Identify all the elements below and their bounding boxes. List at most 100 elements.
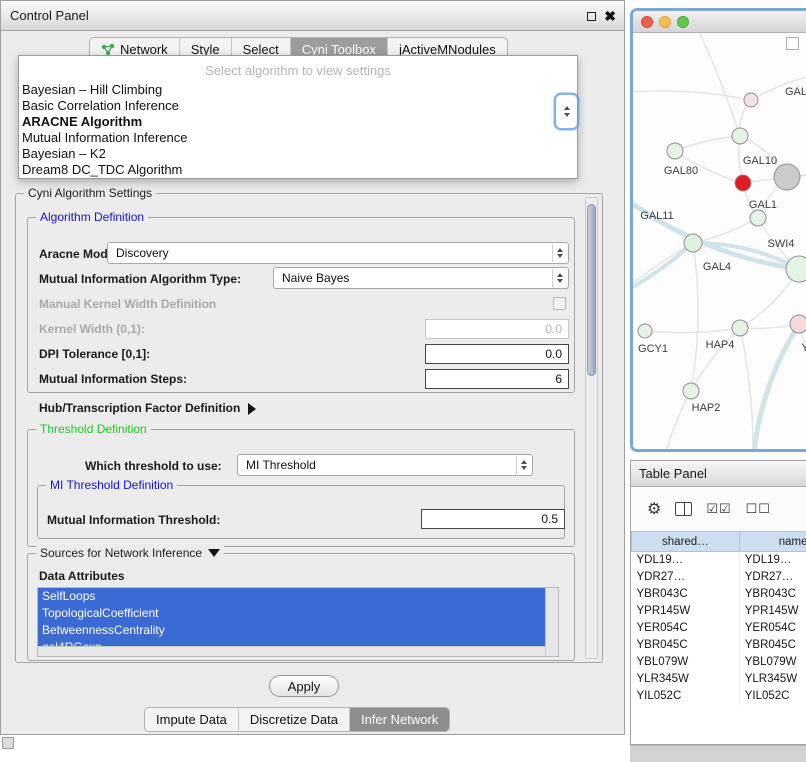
control-panel-titlebar[interactable]: Control Panel ✖: [1, 1, 624, 31]
column-header-name[interactable]: name: [739, 532, 806, 552]
table-cell: YDR27…: [632, 569, 740, 586]
algorithm-option[interactable]: Bayesian – K2: [19, 146, 577, 162]
column-header-shared-name[interactable]: shared…: [632, 532, 740, 552]
table-panel-titlebar[interactable]: Table Panel: [631, 461, 806, 487]
table-cell: YER054C: [739, 620, 806, 637]
table-row[interactable]: YLR345WYLR345W9.: [632, 671, 806, 688]
network-node[interactable]: [774, 164, 800, 190]
mi-threshold-input[interactable]: 0.5: [421, 509, 565, 529]
algorithm-placeholder-option[interactable]: Select algorithm to view settings: [19, 56, 577, 82]
network-view-window[interactable]: GALGAL80GAL10GAL11GAL1SWI4GAL4GCY1HAP4HA…: [630, 8, 806, 452]
close-traffic-light-icon[interactable]: [641, 16, 653, 28]
apply-button-label: Apply: [288, 679, 321, 694]
algorithm-option[interactable]: Dream8 DC_TDC Algorithm: [19, 162, 577, 178]
mi-type-select[interactable]: Naive Bayes: [273, 267, 569, 289]
columns-icon[interactable]: [675, 502, 692, 516]
network-edge: [663, 391, 691, 452]
table-cell: YBL079W: [739, 654, 806, 671]
stepper-icon: [552, 269, 567, 287]
stepper-up-icon: [564, 106, 570, 110]
network-node[interactable]: [750, 210, 766, 226]
list-vertical-scrollbar[interactable]: [545, 588, 558, 656]
sources-group-toggle[interactable]: Sources for Network Inference: [36, 546, 224, 560]
table-cell: YBR045C: [632, 637, 740, 654]
network-node[interactable]: [744, 93, 758, 107]
network-node[interactable]: [735, 175, 751, 191]
apply-button[interactable]: Apply: [269, 675, 339, 697]
expanded-arrow-icon: [208, 549, 220, 557]
gear-icon[interactable]: ⚙: [647, 499, 661, 519]
network-node[interactable]: [732, 128, 748, 144]
table-cell: YIL052C: [739, 688, 806, 705]
algorithm-combo-stepper[interactable]: [556, 95, 577, 128]
table-cell: YPR145W: [632, 603, 740, 620]
table-row[interactable]: YIL052CYIL052C: [632, 688, 806, 705]
node-attribute-table: shared… name YDL19…YDL19…13YDR27…YDR27…1…: [631, 531, 806, 705]
stepper-icon: [552, 244, 567, 262]
table-row[interactable]: YPR145WYPR145W9.: [632, 603, 806, 620]
table-toolbar: ⚙ ☑☑ ☐☐: [631, 487, 806, 531]
which-threshold-select[interactable]: MI Threshold: [237, 454, 533, 476]
minimized-panel-chip[interactable]: [2, 737, 14, 749]
mi-steps-label: Mutual Information Steps:: [39, 372, 187, 386]
tab-infer-network[interactable]: Infer Network: [349, 708, 449, 731]
network-node[interactable]: [683, 383, 699, 399]
tab-discretize-data[interactable]: Discretize Data: [238, 708, 349, 731]
hub-section-toggle[interactable]: Hub/Transcription Factor Definition: [39, 401, 256, 415]
aracne-mode-select[interactable]: Discovery: [107, 242, 569, 264]
close-icon[interactable]: ✖: [604, 9, 616, 23]
network-node[interactable]: [638, 324, 652, 338]
network-canvas[interactable]: GALGAL80GAL10GAL11GAL1SWI4GAL4GCY1HAP4HA…: [633, 33, 806, 452]
algorithm-option[interactable]: Mutual Information Inference: [19, 130, 577, 146]
kernel-width-input[interactable]: 0.0: [425, 319, 569, 339]
which-threshold-value: MI Threshold: [246, 458, 316, 472]
tab-label: Impute Data: [156, 712, 227, 727]
manual-kernel-checkbox[interactable]: [553, 297, 566, 310]
table-row[interactable]: YDL19…YDL19…13: [632, 552, 806, 569]
data-attributes-list[interactable]: SelfLoopsTopologicalCoefficientBetweenne…: [37, 587, 559, 657]
select-all-checks-icon[interactable]: ☑☑: [706, 501, 731, 517]
network-node[interactable]: [684, 234, 702, 252]
algorithm-option[interactable]: Basic Correlation Inference: [19, 98, 577, 114]
network-node[interactable]: [667, 143, 683, 159]
stepper-icon: [516, 456, 531, 474]
group-title: Threshold Definition: [36, 422, 151, 436]
data-attribute-item[interactable]: SelfLoops: [38, 588, 545, 605]
scrollbar-thumb[interactable]: [587, 204, 596, 376]
algorithm-option[interactable]: Bayesian – Hill Climbing: [19, 82, 577, 98]
dpi-tolerance-input[interactable]: 0.0: [425, 344, 569, 364]
group-title: Cyni Algorithm Settings: [24, 186, 156, 200]
node-label: Y: [801, 342, 806, 354]
table-row[interactable]: YDR27…YDR27…12: [632, 569, 806, 586]
network-edge: [691, 328, 740, 391]
tab-impute-data[interactable]: Impute Data: [145, 708, 238, 731]
table-cell: YLR345W: [632, 671, 740, 688]
algorithm-option[interactable]: ARACNE Algorithm: [19, 114, 577, 130]
data-attributes-label: Data Attributes: [39, 569, 125, 583]
float-window-icon[interactable]: [587, 12, 596, 21]
table-row[interactable]: YER054CYER054C8.: [632, 620, 806, 637]
table-row[interactable]: YBR043CYBR043C: [632, 586, 806, 603]
node-label: SWI4: [768, 238, 795, 250]
settings-scrollbar[interactable]: [585, 197, 598, 659]
data-attribute-item[interactable]: BetweennessCentrality: [38, 622, 545, 639]
zoom-traffic-light-icon[interactable]: [677, 16, 689, 28]
network-node[interactable]: [790, 315, 806, 333]
minimize-traffic-light-icon[interactable]: [659, 16, 671, 28]
network-edge: [740, 328, 753, 452]
deselect-all-checks-icon[interactable]: ☐☐: [746, 501, 771, 517]
group-title: Algorithm Definition: [36, 210, 148, 224]
network-edge: [633, 243, 693, 295]
kernel-width-value: 0.0: [545, 322, 562, 336]
list-horizontal-scrollbar[interactable]: [38, 646, 545, 656]
cyni-bottom-tabs: Impute Data Discretize Data Infer Networ…: [144, 707, 450, 732]
network-window-titlebar[interactable]: [633, 11, 806, 33]
network-graph[interactable]: GALGAL80GAL10GAL11GAL1SWI4GAL4GCY1HAP4HA…: [633, 33, 806, 452]
overview-widget[interactable]: [786, 37, 799, 50]
mi-threshold-value: 0.5: [541, 512, 558, 526]
mi-steps-input[interactable]: 6: [425, 369, 569, 389]
data-attribute-item[interactable]: TopologicalCoefficient: [38, 605, 545, 622]
network-node[interactable]: [732, 320, 748, 336]
table-row[interactable]: YBR045CYBR045C9.: [632, 637, 806, 654]
table-row[interactable]: YBL079WYBL079W: [632, 654, 806, 671]
